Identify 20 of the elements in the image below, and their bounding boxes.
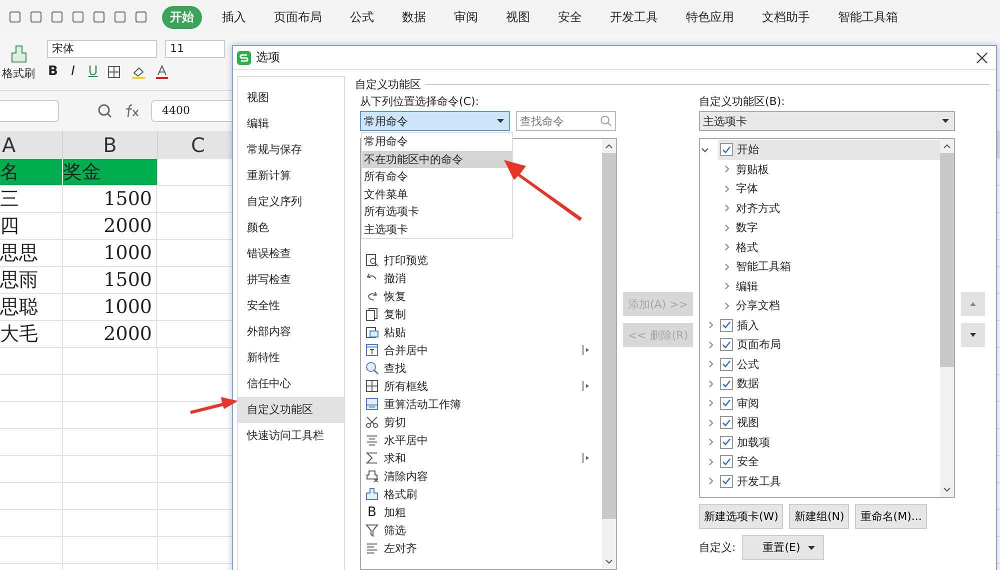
table-cell: 思思 xyxy=(0,240,63,266)
table-cell: 名 xyxy=(0,159,63,185)
table-cell: 1000 xyxy=(63,240,157,266)
field-label: 从下列位置选择命令(C): xyxy=(360,94,480,110)
table-cell: 大毛 xyxy=(0,321,63,347)
table-cell: 三 xyxy=(0,186,63,212)
field-label: 自定义功能区(B): xyxy=(699,94,786,110)
table-cell: 奖金 xyxy=(63,159,158,185)
section-title: 自定义功能区 xyxy=(355,76,421,92)
window-title: 选项 xyxy=(256,49,281,66)
table-cell: 四 xyxy=(0,213,63,239)
bold-glyph: B xyxy=(366,504,378,520)
table-cell: 1500 xyxy=(63,186,157,212)
table-cell: 2000 xyxy=(63,321,157,347)
table-cell: 1500 xyxy=(63,267,157,293)
table-cell: 思雨 xyxy=(0,267,63,293)
table-cell: 2000 xyxy=(63,213,157,239)
field-label: 自定义: xyxy=(699,540,736,555)
table-cell: 思聪 xyxy=(0,294,63,320)
table-cell: 1000 xyxy=(63,294,157,320)
